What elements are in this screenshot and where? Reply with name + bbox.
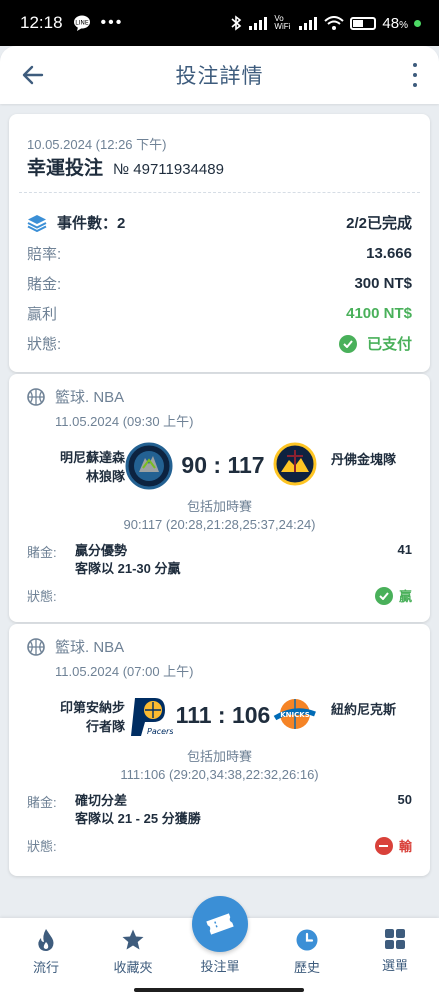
bet-summary-card: 10.05.2024 (12:26 下午) 幸運投注 № 49711934489…: [9, 114, 430, 372]
bet-market: 贏分優勢 客隊以 21-30 分贏: [75, 543, 181, 576]
odds-value: 13.666: [366, 245, 412, 262]
score: 111 : 106: [175, 702, 271, 728]
bet-number: № 49711934489: [113, 161, 224, 178]
nav-bet-slip-label[interactable]: 投注單: [185, 956, 255, 975]
nav-popular[interactable]: 流行: [11, 928, 81, 976]
status-value: 已支付: [338, 333, 412, 354]
result-text: 贏: [398, 589, 412, 604]
winnings-value: 4100 NT$: [346, 305, 412, 322]
bet-type: 幸運投注: [27, 158, 104, 179]
knicks-logo-icon: KNICKS: [273, 699, 316, 729]
result-text: 輸: [398, 839, 412, 854]
bet-slip-button[interactable]: [192, 896, 248, 952]
status-text: 已支付: [366, 336, 412, 353]
stake-label: 賭金:: [27, 545, 57, 560]
events-row: 事件數：2 2/2已完成: [27, 212, 412, 233]
bet-market: 確切分差 客隊以 21 - 25 分獲勝: [75, 793, 201, 826]
bet-odds: 50: [397, 792, 412, 807]
pacers-logo-icon: Pacers: [131, 698, 173, 736]
minus-circle-icon: [374, 836, 393, 855]
star-icon: [122, 929, 144, 950]
status-label: 狀態:: [27, 589, 57, 604]
league-name: 籃球. NBA: [55, 389, 125, 406]
bet-odds: 41: [397, 542, 412, 557]
layers-icon: [27, 214, 47, 232]
result-badge: 輸: [374, 836, 412, 855]
nuggets-logo-icon: [273, 442, 317, 486]
period-scores: 90:117 (20:28,21:28,25:37,24:24): [123, 517, 316, 532]
event-card[interactable]: 籃球. NBA 11.05.2024 (07:00 上午) 印第安納步 行者隊 P…: [9, 624, 430, 876]
status-label: 狀態:: [27, 839, 57, 854]
svg-text:KNICKS: KNICKS: [280, 711, 310, 719]
basketball-icon: [27, 638, 45, 656]
home-team: 印第安納步 行者隊: [59, 700, 125, 734]
status-label: 狀態:: [27, 336, 62, 353]
home-indicator[interactable]: [134, 988, 304, 992]
events-count: 事件數：2: [57, 215, 126, 232]
check-circle-icon: [374, 586, 393, 605]
timberwolves-logo-icon: [125, 442, 173, 490]
score: 90 : 117: [181, 452, 265, 478]
grid-icon: [385, 929, 405, 949]
overtime-info: 包括加時賽 111:106 (29:20,34:38,22:32,26:16): [9, 748, 430, 784]
away-team: 紐約尼克斯: [331, 702, 397, 717]
stake-label: 賭金:: [27, 276, 62, 293]
stake-row: 賭金: 300 NT$: [27, 273, 412, 294]
result-badge: 贏: [374, 586, 412, 605]
check-circle-icon: [338, 334, 357, 353]
match-row: 印第安納步 行者隊 Pacers 111 : 106 KNICKS 紐約尼克斯: [9, 690, 430, 746]
odds-row: 賠率: 13.666: [27, 243, 412, 264]
event-time: 11.05.2024 (07:00 上午): [55, 664, 194, 679]
more-options-icon[interactable]: [411, 63, 419, 87]
stake-label: 賭金:: [27, 795, 57, 810]
wifi-icon: [324, 15, 345, 30]
overtime-label: 包括加時賽: [186, 499, 252, 514]
line-app-icon: LINE: [73, 15, 90, 31]
odds-label: 賠率:: [27, 246, 62, 263]
event-status-row: 狀態: 輸: [27, 836, 412, 855]
events-progress: 2/2已完成: [346, 215, 412, 232]
nav-history[interactable]: 歷史: [272, 928, 342, 976]
event-header: 籃球. NBA 11.05.2024 (09:30 上午): [27, 386, 194, 430]
event-header: 籃球. NBA 11.05.2024 (07:00 上午): [27, 636, 194, 680]
vowifi-label: Vo WiFi: [274, 14, 291, 31]
period-scores: 111:106 (29:20,34:38,22:32,26:16): [120, 767, 319, 782]
page-title: 投注詳情: [175, 65, 264, 88]
clock-icon: [296, 929, 318, 951]
svg-text:LINE: LINE: [75, 20, 89, 27]
nav-menu[interactable]: 選單: [360, 928, 430, 974]
battery-level: 48%: [382, 14, 408, 32]
away-team: 丹佛金塊隊: [331, 452, 397, 467]
bet-date: 10.05.2024 (12:26 下午): [27, 137, 167, 152]
bluetooth-icon: [231, 15, 242, 31]
event-time: 11.05.2024 (09:30 上午): [55, 414, 194, 429]
more-notifications-icon: •••: [100, 14, 124, 31]
status-time: 12:18: [20, 13, 63, 32]
basketball-icon: [27, 388, 45, 406]
match-row: 明尼蘇達森 林狼隊 90 : 117 丹佛金塊隊: [9, 440, 430, 496]
signal-icon: [249, 17, 268, 30]
ticket-icon: [206, 913, 234, 935]
nav-favorites[interactable]: 收藏夾: [98, 928, 168, 976]
svg-text:Pacers: Pacers: [147, 727, 173, 736]
back-arrow-icon[interactable]: [18, 60, 48, 90]
winnings-label: 贏利: [27, 306, 58, 323]
home-team: 明尼蘇達森 林狼隊: [59, 450, 125, 484]
divider: [19, 192, 420, 193]
status-row: 狀態: 已支付: [27, 333, 412, 354]
charging-dot: [414, 19, 421, 27]
status-bar: 12:18 LINE ••• Vo WiFi 48%: [0, 0, 439, 46]
stake-value: 300 NT$: [354, 275, 412, 292]
overtime-info: 包括加時賽 90:117 (20:28,21:28,25:37,24:24): [9, 498, 430, 534]
overtime-label: 包括加時賽: [186, 749, 252, 764]
app-bar: 投注詳情: [0, 46, 439, 104]
event-card[interactable]: 籃球. NBA 11.05.2024 (09:30 上午) 明尼蘇達森 林狼隊 9…: [9, 374, 430, 622]
bet-title: 幸運投注 № 49711934489: [27, 153, 224, 180]
league-name: 籃球. NBA: [55, 639, 125, 656]
flame-icon: [38, 929, 54, 951]
event-status-row: 狀態: 贏: [27, 586, 412, 605]
battery-icon: [350, 16, 377, 30]
winnings-row: 贏利 4100 NT$: [27, 303, 412, 324]
signal-icon-2: [299, 17, 318, 30]
